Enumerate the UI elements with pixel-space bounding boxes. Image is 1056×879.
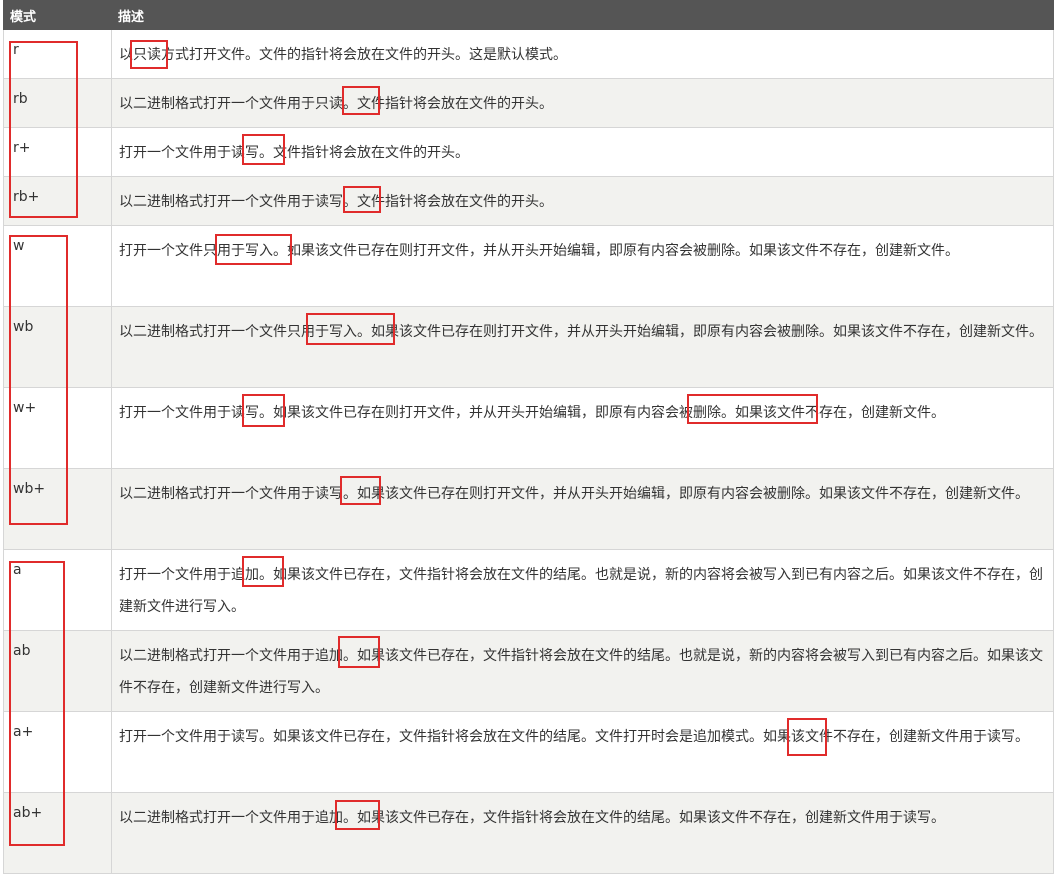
- table-row: r+ 打开一个文件用于读写。文件指针将会放在文件的开头。: [3, 127, 1054, 177]
- table-row: ab 以二进制格式打开一个文件用于追加。如果该文件已存在，文件指针将会放在文件的…: [3, 630, 1054, 712]
- description-cell: 以二进制格式打开一个文件用于读写。文件指针将会放在文件的开头。: [111, 176, 1054, 226]
- header-mode: 模式: [3, 0, 112, 30]
- mode-cell: wb: [3, 306, 112, 388]
- mode-cell: r+: [3, 127, 112, 177]
- table-row: a+ 打开一个文件用于读写。如果该文件已存在，文件指针将会放在文件的结尾。文件打…: [3, 711, 1054, 793]
- description-cell: 以二进制格式打开一个文件用于追加。如果该文件已存在，文件指针将会放在文件的结尾。…: [111, 630, 1054, 712]
- mode-cell: w: [3, 225, 112, 307]
- table-row: ab+ 以二进制格式打开一个文件用于追加。如果该文件已存在，文件指针将会放在文件…: [3, 792, 1054, 874]
- description-cell: 打开一个文件用于读写。文件指针将会放在文件的开头。: [111, 127, 1054, 177]
- description-cell: 以二进制格式打开一个文件用于读写。如果该文件已存在则打开文件，并从开头开始编辑，…: [111, 468, 1054, 550]
- mode-cell: a+: [3, 711, 112, 793]
- mode-cell: w+: [3, 387, 112, 469]
- mode-cell: rb+: [3, 176, 112, 226]
- mode-cell: r: [3, 29, 112, 79]
- header-description: 描述: [111, 0, 1054, 30]
- table-row: wb 以二进制格式打开一个文件只用于写入。如果该文件已存在则打开文件，并从开头开…: [3, 306, 1054, 388]
- file-mode-table: 模式 描述 r 以只读方式打开文件。文件的指针将会放在文件的开头。这是默认模式。…: [3, 0, 1054, 874]
- table-row: rb 以二进制格式打开一个文件用于只读。文件指针将会放在文件的开头。: [3, 78, 1054, 128]
- description-cell: 以二进制格式打开一个文件用于追加。如果该文件已存在，文件指针将会放在文件的结尾。…: [111, 792, 1054, 874]
- mode-cell: ab: [3, 630, 112, 712]
- header-row: 模式 描述: [3, 0, 1054, 30]
- description-cell: 打开一个文件用于读写。如果该文件已存在，文件指针将会放在文件的结尾。文件打开时会…: [111, 711, 1054, 793]
- table-row: wb+ 以二进制格式打开一个文件用于读写。如果该文件已存在则打开文件，并从开头开…: [3, 468, 1054, 550]
- description-cell: 打开一个文件用于追加。如果该文件已存在，文件指针将会放在文件的结尾。也就是说，新…: [111, 549, 1054, 631]
- mode-cell: rb: [3, 78, 112, 128]
- description-cell: 以二进制格式打开一个文件用于只读。文件指针将会放在文件的开头。: [111, 78, 1054, 128]
- mode-cell: wb+: [3, 468, 112, 550]
- description-cell: 打开一个文件只用于写入。如果该文件已存在则打开文件，并从开头开始编辑，即原有内容…: [111, 225, 1054, 307]
- description-cell: 打开一个文件用于读写。如果该文件已存在则打开文件，并从开头开始编辑，即原有内容会…: [111, 387, 1054, 469]
- table-row: rb+ 以二进制格式打开一个文件用于读写。文件指针将会放在文件的开头。: [3, 176, 1054, 226]
- table-row: w 打开一个文件只用于写入。如果该文件已存在则打开文件，并从开头开始编辑，即原有…: [3, 225, 1054, 307]
- table-row: a 打开一个文件用于追加。如果该文件已存在，文件指针将会放在文件的结尾。也就是说…: [3, 549, 1054, 631]
- description-cell: 以只读方式打开文件。文件的指针将会放在文件的开头。这是默认模式。: [111, 29, 1054, 79]
- description-cell: 以二进制格式打开一个文件只用于写入。如果该文件已存在则打开文件，并从开头开始编辑…: [111, 306, 1054, 388]
- mode-cell: a: [3, 549, 112, 631]
- table-row: w+ 打开一个文件用于读写。如果该文件已存在则打开文件，并从开头开始编辑，即原有…: [3, 387, 1054, 469]
- mode-cell: ab+: [3, 792, 112, 874]
- table-row: r 以只读方式打开文件。文件的指针将会放在文件的开头。这是默认模式。: [3, 29, 1054, 79]
